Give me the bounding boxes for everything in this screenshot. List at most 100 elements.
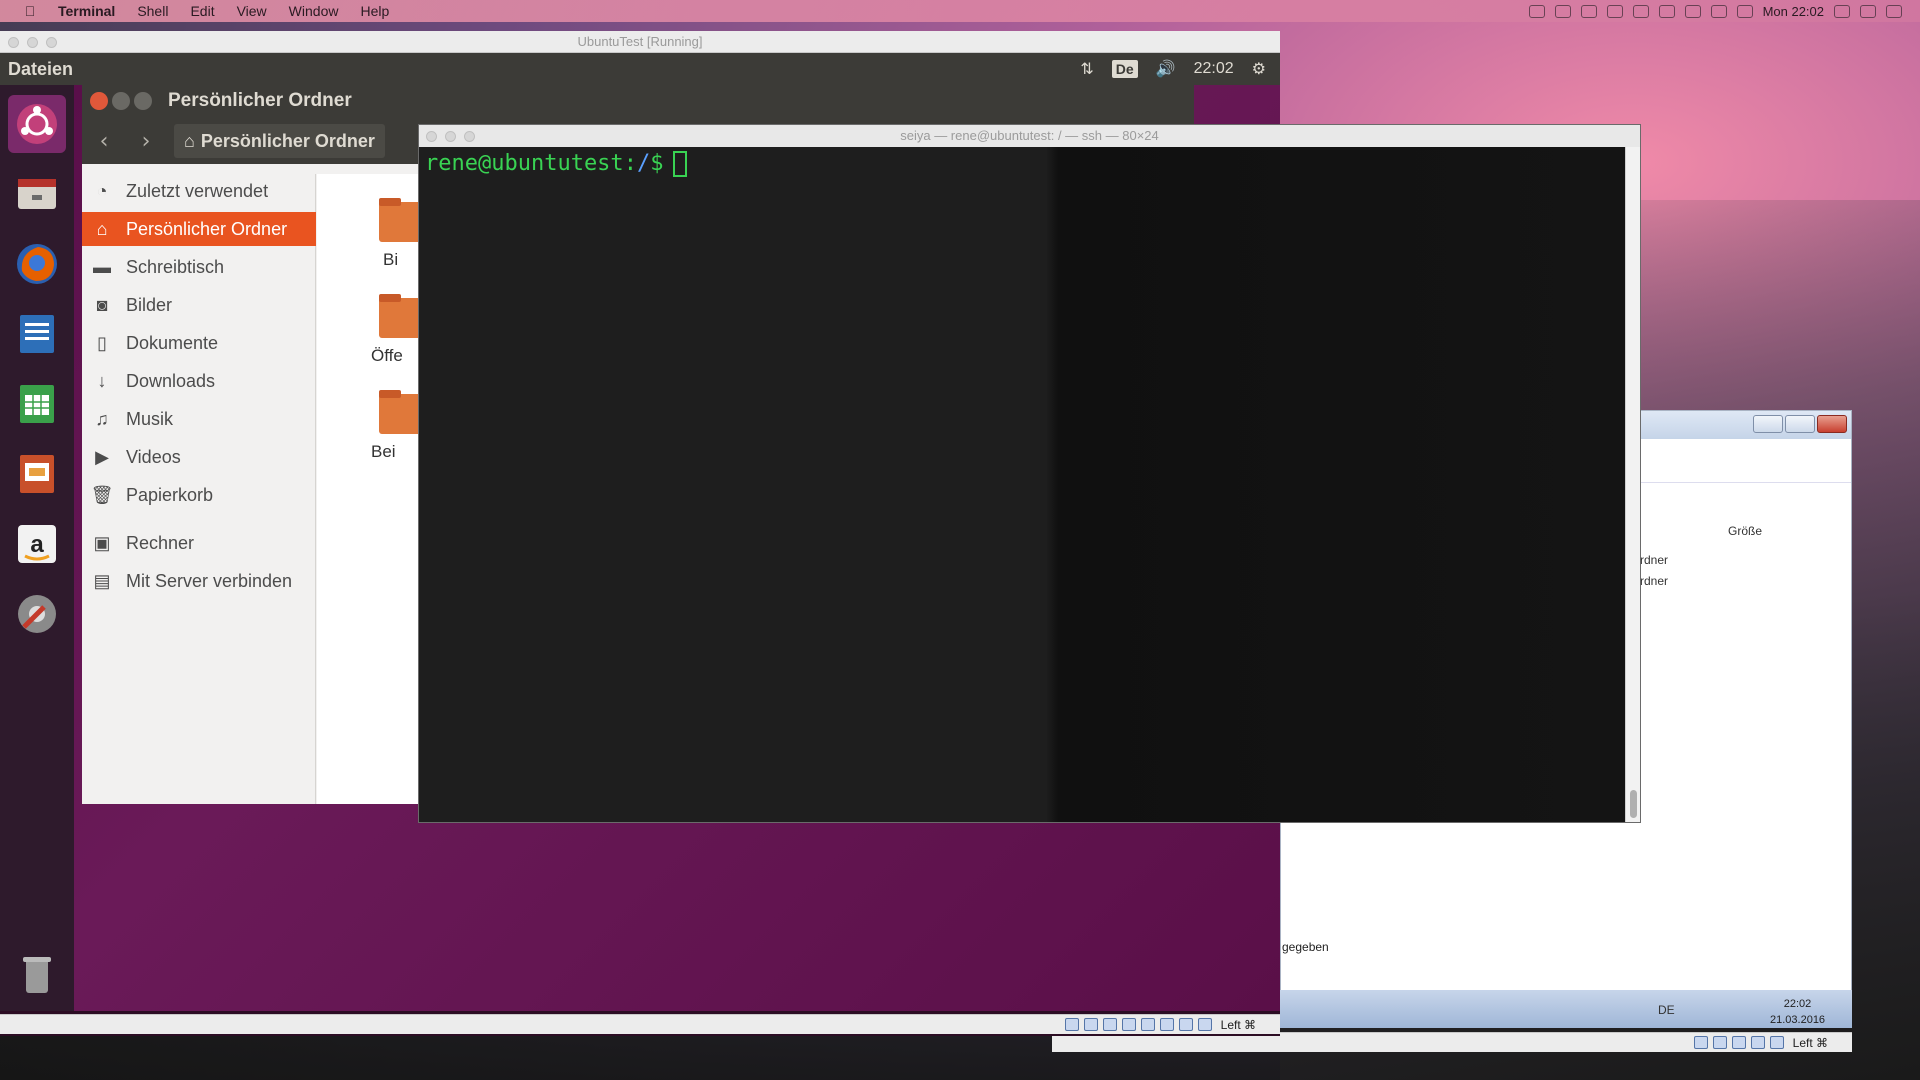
menu-window[interactable]: Window <box>289 3 339 19</box>
sidebar-item-trash[interactable]: 🗑 Papierkorb <box>82 478 316 512</box>
vbox-minimize-button[interactable] <box>27 37 38 48</box>
terminal-window[interactable]: seiya — rene@ubuntutest: / — ssh — 80×24… <box>418 124 1641 823</box>
win-close-button[interactable] <box>1817 415 1847 433</box>
sidebar-item-videos[interactable]: ▶ Videos <box>82 440 316 474</box>
nautilus-minimize-button[interactable] <box>112 92 130 110</box>
dropbox-icon[interactable] <box>1554 4 1571 18</box>
vbox-hdd-icon[interactable] <box>1064 1018 1079 1031</box>
camera-icon: ◙ <box>96 294 108 315</box>
vbox-display-icon[interactable] <box>1769 1036 1784 1049</box>
sidebar-item-documents[interactable]: ▯ Dokumente <box>82 326 316 360</box>
sidebar-item-music[interactable]: ♫ Musik <box>82 402 316 436</box>
vbox-capture-icon[interactable] <box>1178 1018 1193 1031</box>
system-settings-icon[interactable] <box>8 585 66 643</box>
vbox-hdd-icon[interactable] <box>1693 1036 1708 1049</box>
terminal-body[interactable]: rene@ubuntutest:/$ <box>419 147 1625 822</box>
vbox-shared-folder-icon[interactable] <box>1121 1018 1136 1031</box>
vbox-display-icon[interactable] <box>1159 1018 1174 1031</box>
panel-app-title: Dateien <box>8 58 74 79</box>
time-machine-icon[interactable] <box>1684 4 1701 18</box>
terminal-scrollbar[interactable] <box>1625 147 1640 822</box>
trash-icon[interactable] <box>8 945 66 1003</box>
forward-button[interactable]: › <box>126 124 166 158</box>
nautilus-maximize-button[interactable] <box>134 92 152 110</box>
screen-share-icon[interactable] <box>1528 4 1545 18</box>
display-icon[interactable] <box>1658 4 1675 18</box>
vbox-optical-icon[interactable] <box>1712 1036 1727 1049</box>
trash-icon: 🗑 <box>90 484 114 505</box>
terminal-minimize-button[interactable] <box>445 131 456 142</box>
sidebar-item-connect-server[interactable]: ▤ Mit Server verbinden <box>82 564 316 598</box>
vbox-usb-icon[interactable] <box>1731 1036 1746 1049</box>
keyboard-layout-indicator[interactable]: De <box>1111 60 1138 78</box>
cloud-icon[interactable] <box>1632 4 1649 18</box>
impress-icon[interactable] <box>8 445 66 503</box>
menu-shell[interactable]: Shell <box>137 3 168 19</box>
volume-icon[interactable] <box>1710 4 1727 18</box>
vbox-optical-icon[interactable] <box>1083 1018 1098 1031</box>
clock-icon: ◔ <box>96 180 108 201</box>
folder-label[interactable]: Öffe <box>371 346 403 366</box>
menubar-clock[interactable]: Mon 22:02 <box>1763 4 1824 19</box>
menu-help[interactable]: Help <box>360 3 389 19</box>
vbox-close-button[interactable] <box>8 37 19 48</box>
spotlight-icon[interactable] <box>1860 4 1876 18</box>
user-icon[interactable] <box>1834 4 1850 18</box>
apple-icon[interactable]:  <box>20 3 40 19</box>
nautilus-title: Persönlicher Ordner <box>168 90 352 111</box>
menu-view[interactable]: View <box>237 3 267 19</box>
terminal-close-button[interactable] <box>426 131 437 142</box>
folder-label[interactable]: Bi <box>383 250 398 270</box>
firefox-icon[interactable] <box>8 235 66 293</box>
win-minimize-button[interactable] <box>1753 415 1783 433</box>
sidebar-item-home[interactable]: ⌂ Persönlicher Ordner <box>82 212 316 246</box>
calc-icon[interactable] <box>8 375 66 433</box>
win-tray-time: 22:02 <box>1783 998 1812 1010</box>
vbox-statusbar: Left ⌘ <box>0 1014 1280 1034</box>
sidebar-item-pictures[interactable]: ◙ Bilder <box>82 288 316 322</box>
eject-icon[interactable] <box>1736 4 1753 18</box>
vbox-network-icon[interactable] <box>1140 1018 1155 1031</box>
back-button[interactable]: ‹ <box>84 124 124 158</box>
win-column-size[interactable]: Größe <box>1728 524 1762 538</box>
win-tray-language[interactable]: DE <box>1658 1003 1675 1017</box>
win-tray-date: 21.03.2016 <box>1770 1014 1826 1026</box>
terminal-zoom-button[interactable] <box>464 131 475 142</box>
sidebar-item-computer[interactable]: ▣ Rechner <box>82 526 316 560</box>
menu-edit[interactable]: Edit <box>190 3 214 19</box>
win-tray-clock[interactable]: 22:02 21.03.2016 <box>1770 996 1825 1028</box>
vbox-network-icon[interactable] <box>1750 1036 1765 1049</box>
vbox-usb-icon[interactable] <box>1102 1018 1117 1031</box>
files-icon[interactable] <box>8 165 66 223</box>
win-maximize-button[interactable] <box>1785 415 1815 433</box>
sidebar-item-label: Dokumente <box>126 332 219 353</box>
sidebar-item-recent[interactable]: ◔ Zuletzt verwendet <box>82 174 316 208</box>
ubuntu-top-panel: Dateien ⇅ De 🔊 22:02 ⚙ <box>0 53 1280 85</box>
notification-icon[interactable] <box>1886 4 1902 18</box>
folder-label[interactable]: Bei <box>371 442 396 462</box>
win-list-item[interactable]: rdner <box>1640 574 1668 588</box>
prompt-user: rene@ubuntutest <box>425 151 624 176</box>
sidebar-item-downloads[interactable]: ↓ Downloads <box>82 364 316 398</box>
network-icon[interactable]: ⇅ <box>1080 59 1093 79</box>
amazon-icon[interactable]: a <box>8 515 66 573</box>
drive-icon[interactable] <box>1580 4 1597 18</box>
video-icon: ▶ <box>95 446 109 467</box>
info-icon[interactable] <box>1606 4 1623 18</box>
dash-home-icon[interactable] <box>8 95 66 153</box>
menu-app-name[interactable]: Terminal <box>58 3 115 19</box>
nautilus-close-button[interactable] <box>90 92 108 110</box>
scrollbar-thumb[interactable] <box>1630 790 1637 818</box>
vbox-titlebar: UbuntuTest [Running] <box>0 31 1280 53</box>
gear-icon[interactable]: ⚙ <box>1252 59 1266 79</box>
sidebar-item-label: Rechner <box>126 532 195 553</box>
sound-icon[interactable]: 🔊 <box>1156 59 1176 79</box>
vbox-cpu-icon[interactable] <box>1197 1018 1212 1031</box>
win-list-item[interactable]: rdner <box>1640 553 1668 567</box>
sidebar-item-desktop[interactable]: ▬ Schreibtisch <box>82 250 316 284</box>
panel-clock[interactable]: 22:02 <box>1194 60 1234 78</box>
path-bar-home[interactable]: ⌂ Persönlicher Ordner <box>174 124 385 158</box>
terminal-titlebar: seiya — rene@ubuntutest: / — ssh — 80×24 <box>419 125 1640 147</box>
writer-icon[interactable] <box>8 305 66 363</box>
vbox-zoom-button[interactable] <box>46 37 57 48</box>
